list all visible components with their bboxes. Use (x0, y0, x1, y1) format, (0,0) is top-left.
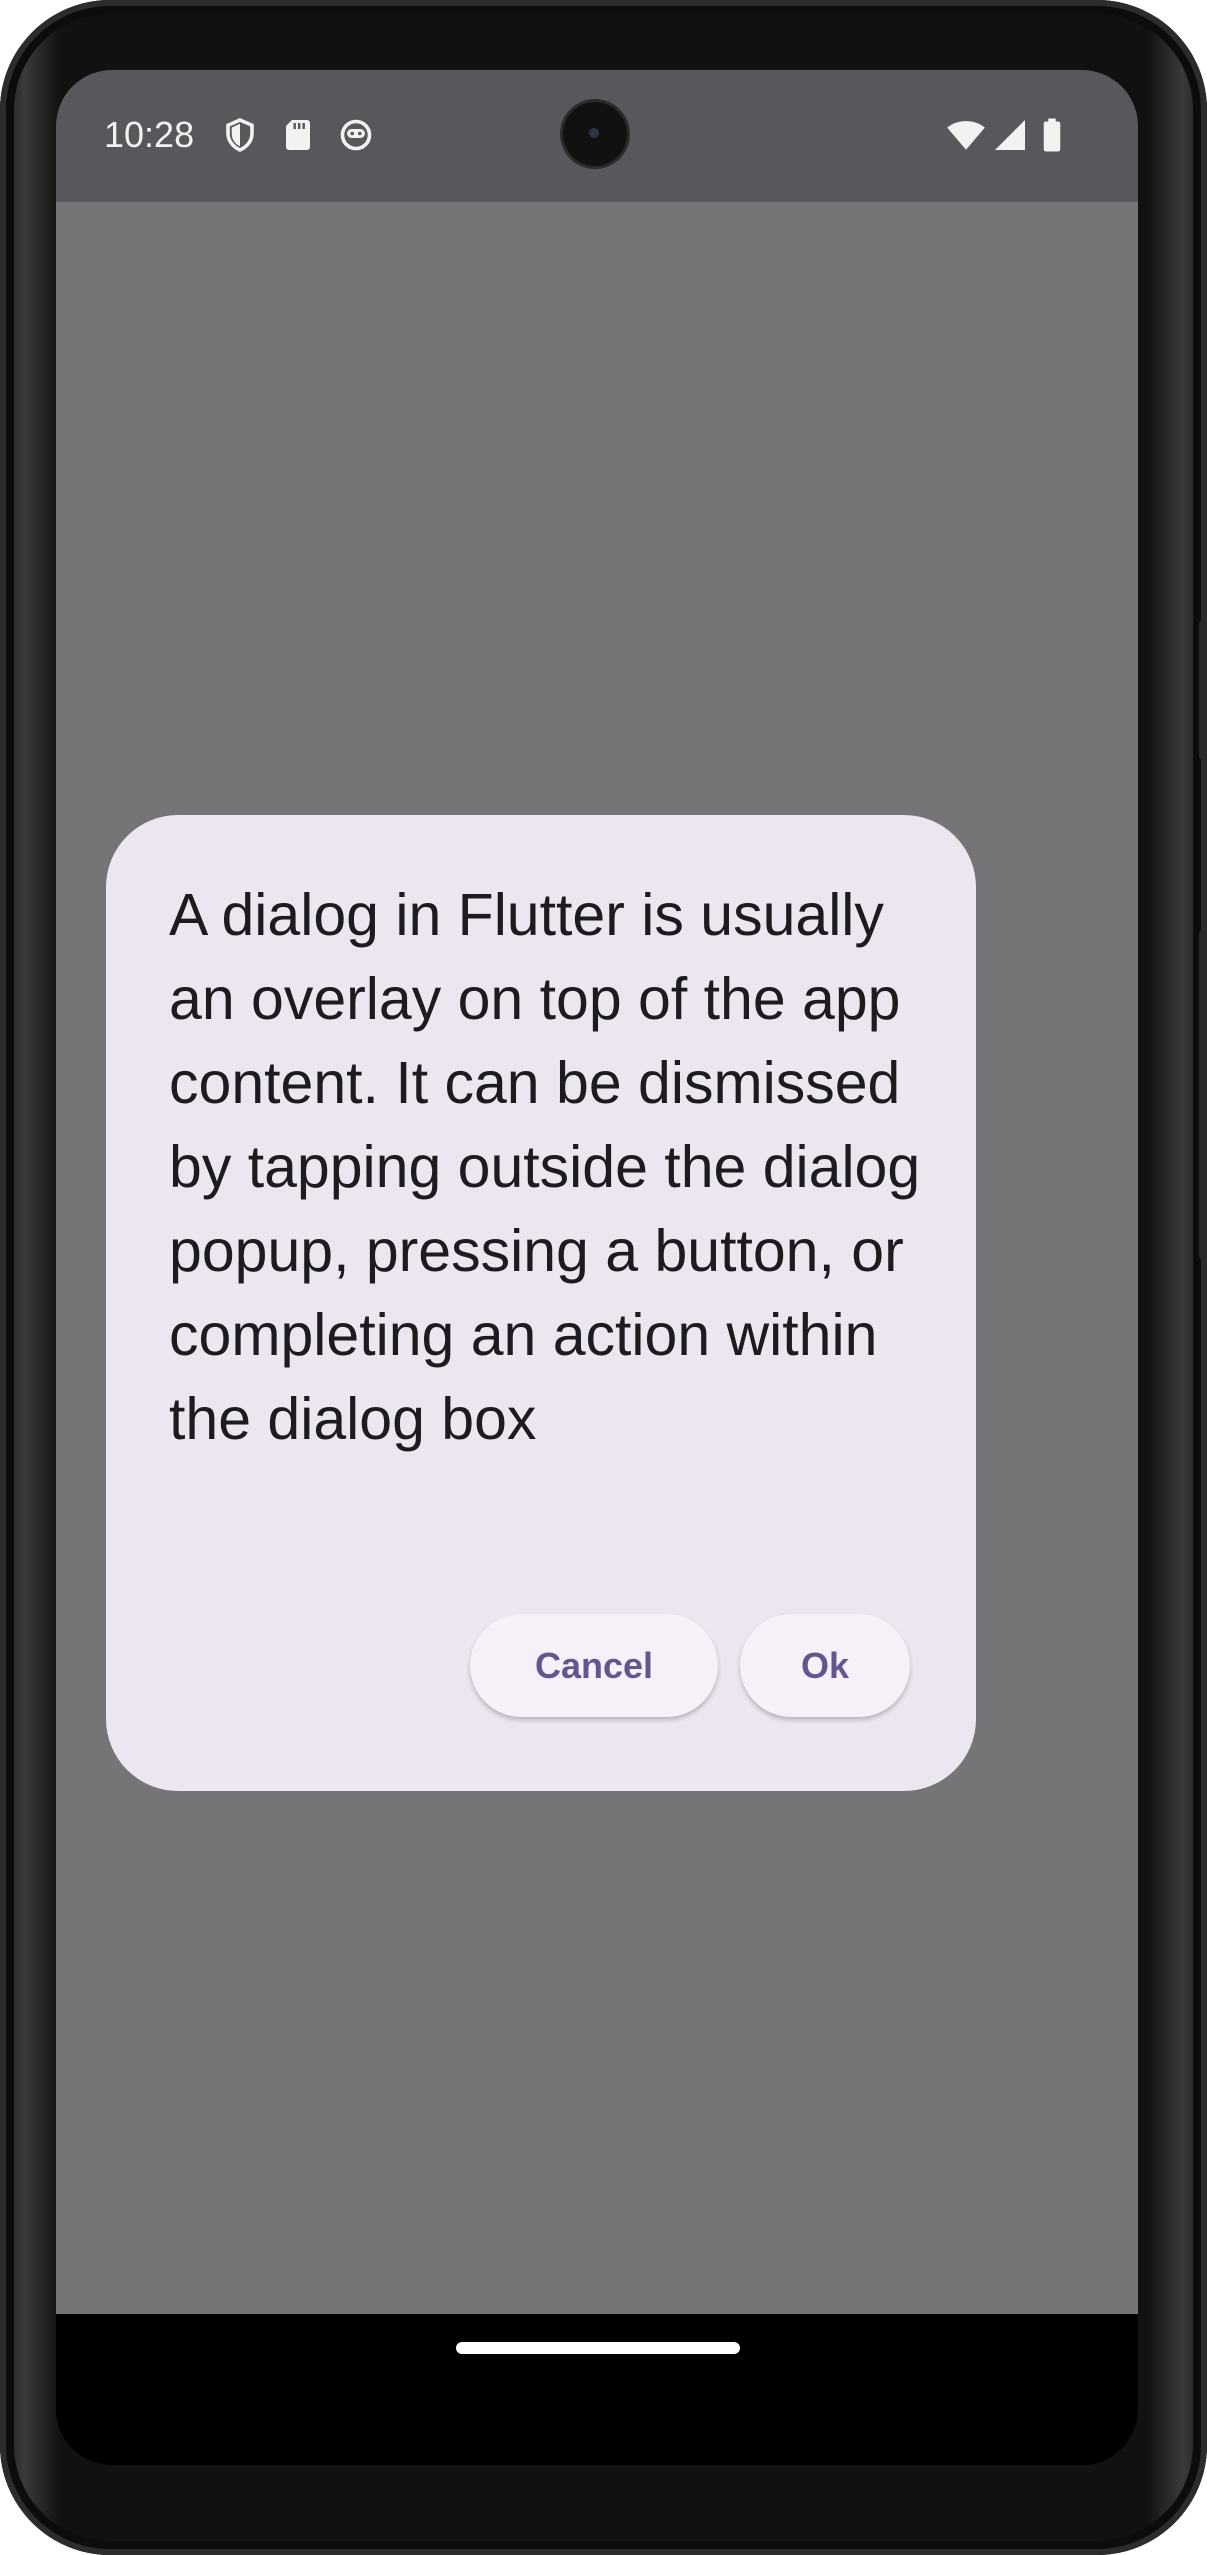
status-bar: 10:28 (56, 70, 1138, 202)
signal-icon (995, 120, 1025, 150)
wifi-icon (947, 121, 985, 150)
cancel-button[interactable]: Cancel (470, 1614, 718, 1717)
power-button (1199, 930, 1207, 1260)
volume-button (1199, 620, 1207, 760)
front-camera (563, 102, 627, 166)
shield-icon (226, 118, 254, 152)
status-time: 10:28 (104, 114, 195, 155)
gesture-handle[interactable] (456, 2342, 740, 2354)
phone-frame: 10:28 A dialog in Flutter is usually an … (0, 0, 1207, 2555)
dialog-message: A dialog in Flutter is usually an overla… (169, 882, 921, 1452)
battery-icon (1043, 118, 1061, 152)
ok-button[interactable]: Ok (740, 1614, 910, 1717)
alert-dialog: A dialog in Flutter is usually an overla… (106, 815, 976, 1791)
navigation-bar (56, 2314, 1138, 2465)
sd-card-icon (286, 120, 310, 150)
face-icon (340, 119, 372, 151)
